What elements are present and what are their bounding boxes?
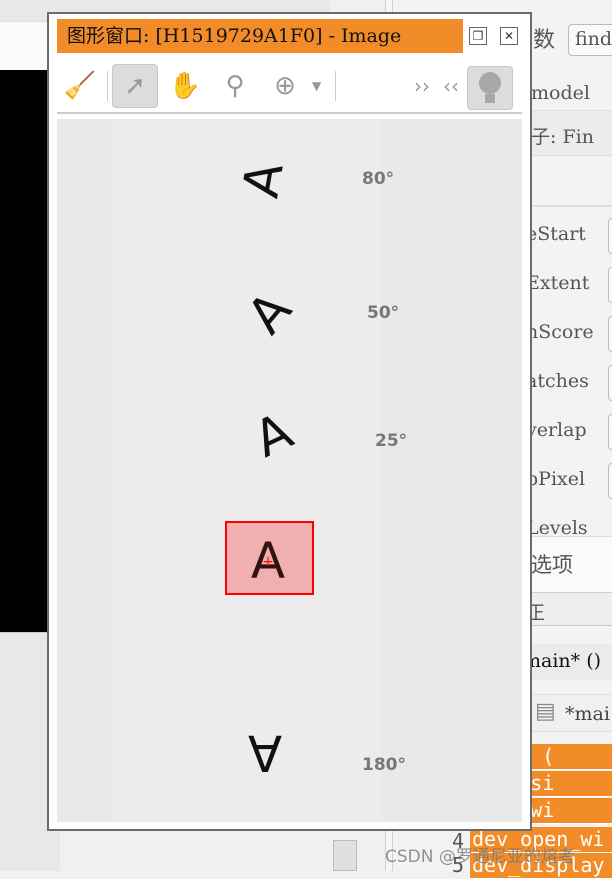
- param-name: bPixel: [526, 468, 586, 490]
- magnifier-icon[interactable]: ⚲: [212, 64, 258, 108]
- param-input[interactable]: [608, 316, 612, 352]
- toolbar: 🧹 ➚ ✋ ⚲ ⊕ ▼: [57, 64, 337, 108]
- scrollbar[interactable]: [333, 840, 357, 871]
- param-name: Extent: [526, 272, 590, 294]
- param-name: eStart: [526, 223, 586, 245]
- angle-label: 180°: [362, 755, 406, 775]
- expand-button[interactable]: ››: [414, 74, 430, 98]
- window-title[interactable]: 图形窗口: [H1519729A1F0] - Image: [57, 19, 463, 53]
- zoom-in-icon[interactable]: ⊕: [262, 64, 308, 108]
- param-label: 数: [533, 28, 556, 53]
- broom-icon[interactable]: 🧹: [57, 64, 103, 108]
- pointer-icon[interactable]: ➚: [112, 64, 158, 108]
- param-name: nScore: [526, 321, 594, 343]
- angle-label: 80°: [362, 169, 395, 189]
- editor-tab[interactable]: *mai: [565, 703, 610, 725]
- dropdown-arrow-icon[interactable]: ▼: [312, 79, 321, 93]
- param-input[interactable]: [608, 463, 612, 499]
- close-icon[interactable]: ✕: [500, 27, 518, 45]
- image-canvas[interactable]: A A A A + A 80° 50° 25° 180°: [57, 119, 522, 822]
- model-label: model: [531, 82, 590, 104]
- param-name: Levels: [526, 517, 588, 537]
- watermark: CSDN @罗通尼亚的熔者: [385, 847, 575, 867]
- graphics-window: 图形窗口: [H1519729A1F0] - Image ❐ ✕ 🧹 ➚ ✋ ⚲…: [47, 12, 532, 831]
- document-icon: ▤: [535, 699, 556, 724]
- param-name: atches: [526, 370, 589, 392]
- options-label: 选项: [531, 553, 573, 577]
- hand-icon[interactable]: ✋: [162, 64, 208, 108]
- procedure-tab[interactable]: main* (): [523, 650, 601, 672]
- cross-marker-icon: +: [262, 554, 274, 570]
- param-input[interactable]: [608, 267, 612, 303]
- param-input[interactable]: [608, 218, 612, 254]
- rotated-glyph: A: [248, 724, 282, 782]
- angle-label: 50°: [367, 303, 400, 323]
- angle-label: 25°: [375, 431, 408, 451]
- param-name: verlap: [526, 419, 587, 441]
- restore-icon[interactable]: ❐: [469, 27, 487, 45]
- collapse-button[interactable]: ‹‹: [443, 74, 459, 98]
- operator-input[interactable]: find: [568, 24, 612, 56]
- param-input[interactable]: [608, 365, 612, 401]
- lightbulb-icon[interactable]: [467, 66, 513, 110]
- param-input[interactable]: [608, 414, 612, 450]
- operator-label: 子: Fin: [531, 126, 594, 148]
